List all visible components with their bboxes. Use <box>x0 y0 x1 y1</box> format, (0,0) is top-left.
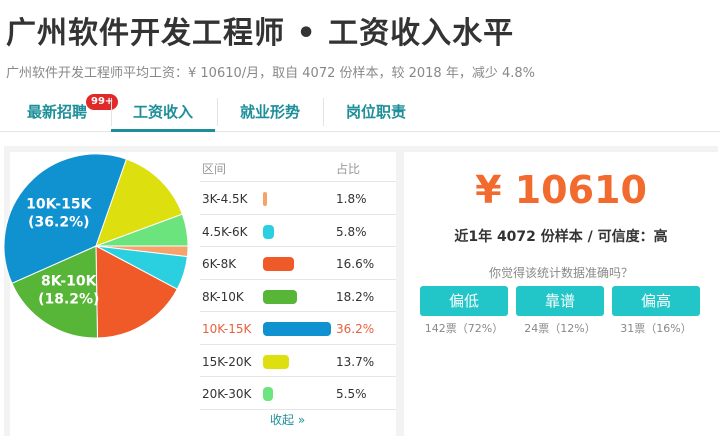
page-subtitle: 广州软件开发工程师平均工资：¥ 10610/月，取自 4072 份样本，较 20… <box>6 66 535 81</box>
share-bar <box>263 192 267 206</box>
vote-high-count: 31票（16%） <box>620 322 692 335</box>
range-label: 6K-8K <box>202 257 237 271</box>
tab-employment[interactable]: 就业形势 <box>218 92 322 132</box>
range-label: 15K-20K <box>202 354 252 369</box>
sample-info: 近1年 4072 份样本 / 可信度：高 <box>454 229 668 245</box>
row-divider <box>200 408 396 410</box>
tab-label: 岗位职责 <box>345 103 406 121</box>
vote-high-button[interactable]: 偏高 <box>612 286 700 316</box>
share-bar <box>263 387 273 401</box>
page-title: 广州软件开发工程师 • 工资收入水平 <box>6 16 515 51</box>
share-bar <box>263 322 331 336</box>
share-value: 16.6% <box>336 257 375 271</box>
row-divider <box>200 278 396 280</box>
average-salary: ¥ 10610 <box>475 168 647 212</box>
tab-job-duties[interactable]: 岗位职责 <box>324 92 428 132</box>
tab-label: 就业形势 <box>239 103 300 121</box>
accuracy-question: 你觉得该统计数据准确吗？ <box>488 266 633 280</box>
vote-accurate-count: 24票（12%） <box>524 322 596 335</box>
vote-low-count: 142票（72%） <box>424 322 504 335</box>
range-label: 4.5K-6K <box>202 224 248 239</box>
row-divider <box>200 376 396 377</box>
pie-slice-label: (36.2%) <box>28 215 89 231</box>
row-divider <box>200 213 396 215</box>
range-label: 10K-15K <box>202 322 252 336</box>
pie-slice-label: 8K-10K <box>41 274 98 290</box>
share-value: 18.2% <box>336 289 375 304</box>
share-bar <box>263 257 294 271</box>
share-bar <box>263 289 297 304</box>
tab-label: 最新招聘 <box>26 103 87 121</box>
share-value: 5.8% <box>336 224 367 239</box>
share-value: 1.8% <box>336 192 367 206</box>
range-label: 20K-30K <box>202 387 252 401</box>
vote-accurate-button[interactable]: 靠谱 <box>516 286 604 316</box>
share-value: 36.2% <box>336 322 375 336</box>
tab-label: 工资收入 <box>132 103 193 121</box>
row-divider <box>200 181 396 182</box>
share-value: 5.5% <box>336 387 367 401</box>
collapse-link[interactable]: 收起 » <box>270 411 305 428</box>
pie-slice-label: 10K-15K <box>26 197 92 213</box>
row-divider <box>200 246 396 247</box>
pie-slice-label: (18.2%) <box>38 292 99 308</box>
range-label: 8K-10K <box>202 289 244 304</box>
share-value: 13.7% <box>336 354 375 369</box>
row-divider <box>200 311 396 312</box>
share-bar <box>263 224 274 239</box>
share-column-header: 占比 <box>336 162 361 176</box>
range-column-header: 区间 <box>202 162 227 176</box>
tab-salary[interactable]: 工资收入 <box>111 92 215 132</box>
range-label: 3K-4.5K <box>202 192 248 206</box>
page: 广州软件开发工程师 • 工资收入水平 广州软件开发工程师平均工资：¥ 10610… <box>0 0 720 440</box>
vote-low-button[interactable]: 偏低 <box>420 286 508 316</box>
share-bar <box>263 354 289 369</box>
salary-pie-chart: 10K-15K (36.2%) 8K-10K (18.2%) <box>3 153 189 339</box>
tab-bar: 最新招聘 99+ 工资收入 就业形势 岗位职责 <box>0 92 720 132</box>
row-divider <box>200 343 396 345</box>
